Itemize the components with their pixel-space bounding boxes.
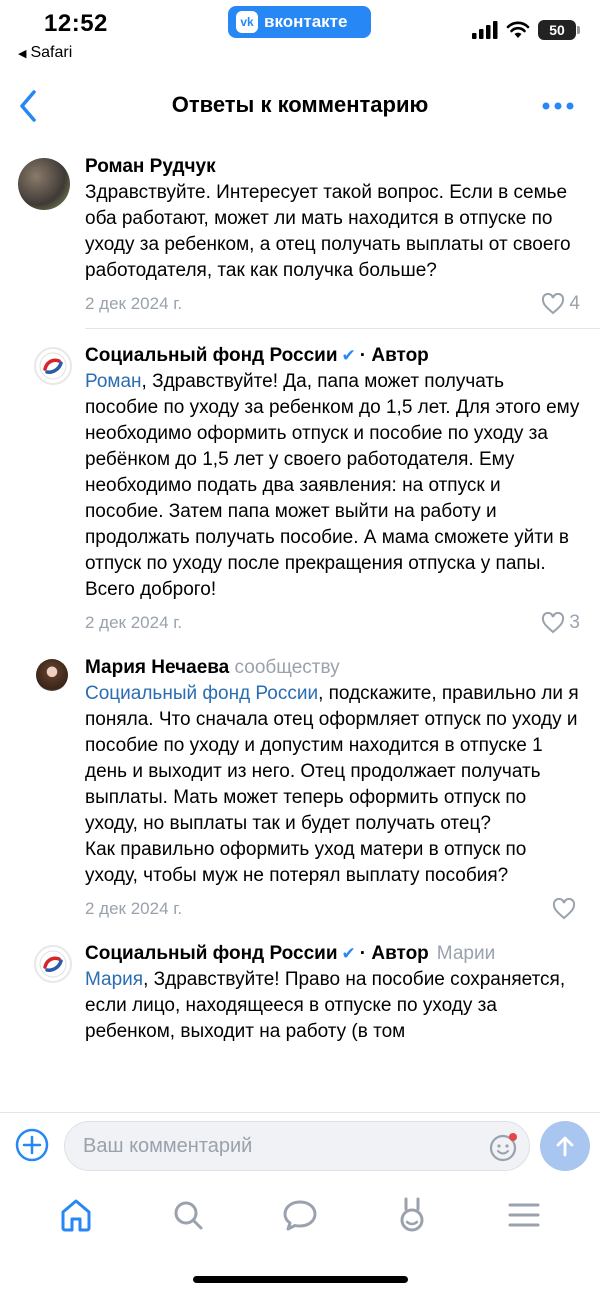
avatar[interactable] xyxy=(34,945,72,983)
search-icon xyxy=(174,1201,203,1230)
send-button[interactable] xyxy=(540,1121,590,1171)
attach-plus-icon[interactable] xyxy=(14,1127,50,1163)
back-triangle-icon: ◀ xyxy=(18,48,27,60)
bottom-tab-bar xyxy=(0,1180,600,1250)
comment-footer: 2 дек 2024 г. 4 xyxy=(85,286,580,322)
like-count: 3 xyxy=(569,612,580,633)
like-count: 4 xyxy=(569,293,580,314)
home-icon xyxy=(61,1199,91,1232)
status-time: 12:52 xyxy=(44,10,108,37)
page-header: Ответы к комментарию xyxy=(0,74,600,138)
comment-text: Социальный фонд России, подскажите, прав… xyxy=(85,681,580,889)
comment-item: Социальный фонд России ✔ · Автор Марии Мари… xyxy=(0,927,600,1045)
comment-body: , Здравствуйте! Да, папа может получать … xyxy=(85,371,580,600)
heart-icon xyxy=(552,898,576,920)
comment-footer: 2 дек 2024 г. 3 xyxy=(85,605,580,641)
app-badge: vk вконтакте xyxy=(228,6,371,38)
cellular-signal-icon xyxy=(472,21,498,39)
comment-author[interactable]: Мария Нечаева xyxy=(85,657,229,678)
avatar[interactable] xyxy=(18,158,70,210)
comment-text: Здравствуйте. Интересует такой вопрос. Е… xyxy=(85,182,571,281)
tab-messages[interactable] xyxy=(278,1193,322,1237)
app-badge-label: вконтакте xyxy=(264,12,348,31)
tab-search[interactable] xyxy=(166,1193,210,1237)
like-button[interactable]: 4 xyxy=(541,293,580,315)
sticker-smile-icon[interactable] xyxy=(487,1131,519,1163)
clips-icon xyxy=(400,1197,424,1232)
comment-date: 2 дек 2024 г. xyxy=(85,294,183,313)
comment-text: Мария, Здравствуйте! Право на пособие со… xyxy=(85,967,580,1045)
comment-date: 2 дек 2024 г. xyxy=(85,613,183,632)
tab-clips[interactable] xyxy=(390,1193,434,1237)
comment-author-line: Социальный фонд России ✔ · Автор Марии xyxy=(85,927,580,967)
sfr-logo-icon xyxy=(39,352,67,380)
avatar[interactable] xyxy=(36,659,68,691)
tab-menu[interactable] xyxy=(502,1193,546,1237)
avatar[interactable] xyxy=(34,347,72,385)
comment-date: 2 дек 2024 г. xyxy=(85,899,183,918)
comment-item: Мария Нечаева сообществу Социальный фонд… xyxy=(0,641,600,927)
back-to-safari[interactable]: ◀ Safari xyxy=(18,44,72,62)
like-button[interactable] xyxy=(552,898,580,920)
status-icons: 50 xyxy=(472,20,580,40)
comment-author-line: Роман Рудчук xyxy=(85,140,580,180)
comment-author[interactable]: Социальный фонд России xyxy=(85,345,338,366)
mention-link[interactable]: Мария xyxy=(85,969,143,990)
page-title: Ответы к комментарию xyxy=(171,92,429,117)
reply-to-label: Марии xyxy=(436,943,496,964)
verified-check-icon: ✔ xyxy=(341,944,356,963)
comment-author-line: Социальный фонд России ✔ · Автор xyxy=(85,329,580,369)
mention-link[interactable]: Социальный фонд России xyxy=(85,683,318,704)
like-button[interactable]: 3 xyxy=(541,612,580,634)
comment-author[interactable]: Социальный фонд России xyxy=(85,943,338,964)
vk-logo-icon: vk xyxy=(236,11,258,33)
messages-icon xyxy=(283,1200,317,1231)
wifi-icon xyxy=(506,21,530,38)
comment-text: Роман, Здравствуйте! Да, папа может полу… xyxy=(85,369,580,603)
comment-item: Социальный фонд России ✔ · Автор Роман, Зд… xyxy=(0,329,600,641)
status-bar: 12:52 ◀ Safari vk вконтакте 50 xyxy=(0,0,600,70)
tab-home[interactable] xyxy=(54,1193,98,1237)
comment-input-placeholder: Ваш комментарий xyxy=(83,1135,253,1157)
heart-icon xyxy=(542,612,565,634)
menu-icon xyxy=(508,1203,540,1227)
sfr-logo-icon xyxy=(39,950,67,978)
author-badge: сообществу xyxy=(234,657,340,678)
comment-footer: 2 дек 2024 г. xyxy=(85,891,580,927)
comment-item: Роман Рудчук Здравствуйте. Интересует та… xyxy=(0,140,600,322)
comment-composer: Ваш комментарий xyxy=(0,1112,600,1176)
more-dots-icon[interactable] xyxy=(542,100,574,112)
arrow-up-icon xyxy=(556,1136,574,1157)
comment-input[interactable]: Ваш комментарий xyxy=(64,1121,530,1171)
comment-author-line: Мария Нечаева сообществу xyxy=(85,641,580,681)
verified-check-icon: ✔ xyxy=(341,346,356,365)
battery-indicator: 50 xyxy=(538,20,580,40)
mention-link[interactable]: Роман xyxy=(85,371,142,392)
comment-body: , подскажите, правильно ли я поняла. Что… xyxy=(85,683,579,886)
comments-list: Роман Рудчук Здравствуйте. Интересует та… xyxy=(0,140,600,1045)
comment-author[interactable]: Роман Рудчук xyxy=(85,156,216,177)
author-role: · Автор xyxy=(359,943,429,964)
home-indicator[interactable] xyxy=(193,1276,408,1283)
comment-body: , Здравствуйте! Право на пособие сохраня… xyxy=(85,969,566,1042)
heart-icon xyxy=(542,293,565,315)
author-role: · Автор xyxy=(359,345,429,366)
back-app-label: Safari xyxy=(30,44,73,61)
